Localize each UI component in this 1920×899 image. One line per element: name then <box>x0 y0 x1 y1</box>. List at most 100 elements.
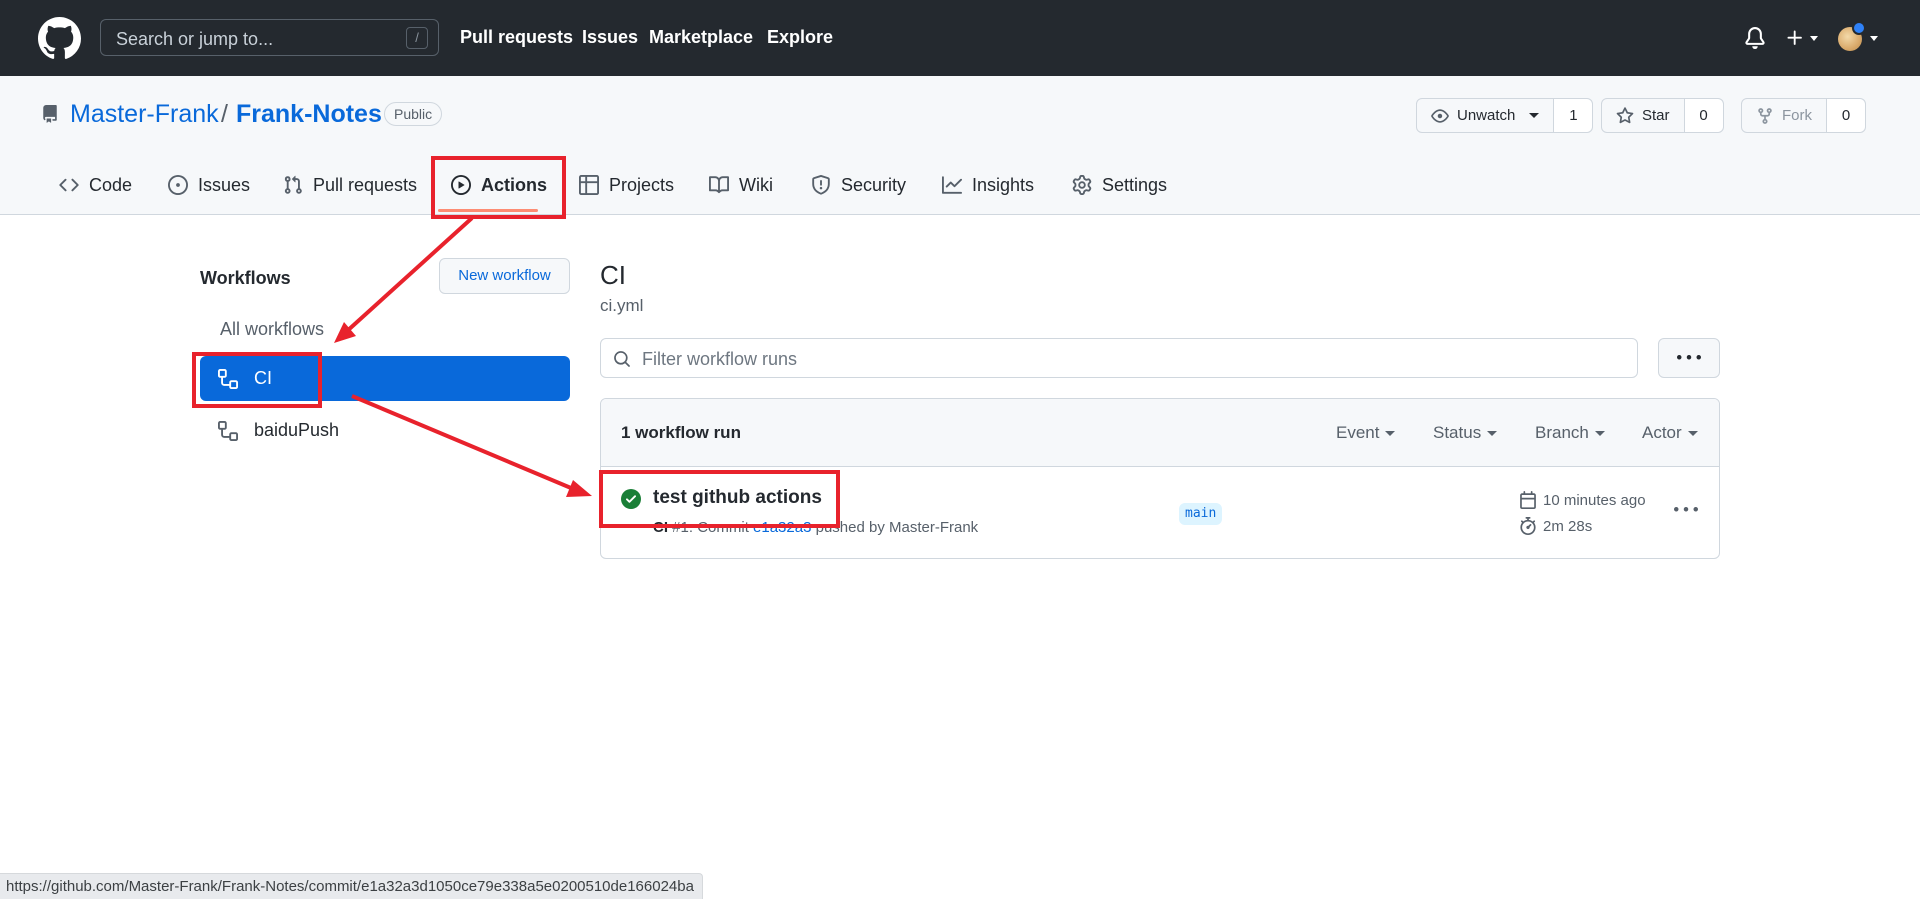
chevron-down-icon <box>1687 431 1698 437</box>
tab-code[interactable]: Code <box>59 170 132 200</box>
star-count[interactable]: 0 <box>1684 99 1723 132</box>
actor-filter-dropdown[interactable]: Actor <box>1642 423 1698 443</box>
tab-pull-requests[interactable]: Pull requests <box>283 170 417 200</box>
graph-icon <box>942 176 962 194</box>
chevron-down-icon <box>1385 431 1396 437</box>
notification-dot-icon <box>1852 21 1866 35</box>
fork-count[interactable]: 0 <box>1827 99 1865 132</box>
create-new-button[interactable] <box>1785 25 1823 51</box>
stopwatch-icon <box>1520 517 1536 535</box>
filter-workflow-runs-input[interactable]: Filter workflow runs <box>600 338 1638 378</box>
workflow-file-link[interactable]: ci.yml <box>600 296 643 316</box>
annotation-box-actions-tab <box>431 156 566 219</box>
search-shortcut-key: / <box>406 27 428 49</box>
chevron-down-icon <box>1487 431 1498 437</box>
repo-name-link[interactable]: Frank-Notes <box>236 100 382 129</box>
runs-list-header: 1 workflow run Event Status Branch Actor <box>601 399 1719 467</box>
chevron-down-icon <box>1529 113 1540 118</box>
kebab-horizontal-icon <box>1677 355 1701 360</box>
repo-forked-icon <box>1758 107 1772 124</box>
new-workflow-button[interactable]: New workflow <box>439 258 570 294</box>
tab-code-label: Code <box>89 174 133 195</box>
repo-icon <box>43 105 57 123</box>
tab-projects[interactable]: Projects <box>579 170 674 200</box>
user-menu-button[interactable] <box>1838 21 1884 55</box>
nav-marketplace[interactable]: Marketplace <box>649 27 753 48</box>
run-duration-label: 2m 28s <box>1543 517 1593 535</box>
branch-filter-dropdown[interactable]: Branch <box>1535 423 1605 443</box>
eye-icon <box>1431 108 1449 123</box>
tab-insights-label: Insights <box>972 174 1035 195</box>
gear-icon <box>1072 175 1092 195</box>
tab-wiki[interactable]: Wiki <box>709 170 773 200</box>
workflow-item-label: baiduPush <box>254 420 340 440</box>
annotation-arrowhead <box>334 322 356 343</box>
tab-pull-requests-label: Pull requests <box>313 174 418 195</box>
calendar-icon <box>1520 491 1536 509</box>
workflows-heading: Workflows <box>200 268 291 288</box>
status-filter-dropdown[interactable]: Status <box>1433 423 1498 443</box>
workflow-title: CI <box>600 260 626 290</box>
star-button[interactable]: Star <box>1602 99 1685 132</box>
shield-icon <box>812 175 830 195</box>
code-icon <box>59 178 79 192</box>
plus-icon <box>1787 30 1802 45</box>
fork-button[interactable]: Fork <box>1742 99 1827 132</box>
workflow-icon <box>218 420 238 441</box>
issue-opened-icon <box>168 175 188 195</box>
event-filter-dropdown[interactable]: Event <box>1336 423 1396 443</box>
fork-button-group: Fork 0 <box>1741 98 1866 133</box>
branch-filter-label: Branch <box>1535 423 1589 442</box>
search-input[interactable]: Search or jump to... / <box>100 19 439 56</box>
status-filter-label: Status <box>1433 423 1482 442</box>
visibility-badge: Public <box>384 102 443 126</box>
nav-issues[interactable]: Issues <box>582 27 638 48</box>
annotation-box-ci-workflow <box>192 352 322 408</box>
repo-owner-link[interactable]: Master-Frank <box>70 100 219 129</box>
tab-insights[interactable]: Insights <box>942 170 1034 200</box>
watch-count[interactable]: 1 <box>1554 99 1593 132</box>
nav-explore[interactable]: Explore <box>767 27 833 48</box>
search-icon <box>614 351 630 367</box>
event-filter-label: Event <box>1336 423 1380 442</box>
tab-settings[interactable]: Settings <box>1072 170 1167 200</box>
run-time-ago: 10 minutes ago <box>1519 491 1646 509</box>
run-time-ago-label: 10 minutes ago <box>1543 491 1646 509</box>
tab-settings-label: Settings <box>1102 174 1168 195</box>
star-button-group: Star 0 <box>1601 98 1724 133</box>
run-duration: 2m 28s <box>1519 517 1592 535</box>
kebab-horizontal-icon <box>1674 507 1698 512</box>
run-options-button[interactable] <box>1671 495 1701 525</box>
unwatch-label: Unwatch <box>1457 107 1516 124</box>
nav-pull-requests[interactable]: Pull requests <box>460 27 573 48</box>
tab-projects-label: Projects <box>609 174 675 195</box>
global-header: Search or jump to... / Pull requests Iss… <box>0 0 1920 76</box>
tab-security-label: Security <box>841 174 907 195</box>
annotation-box-workflow-run <box>599 470 840 528</box>
runs-count: 1 workflow run <box>621 423 741 442</box>
all-workflows-link[interactable]: All workflows <box>220 319 324 340</box>
github-logo-icon[interactable] <box>38 17 81 60</box>
browser-status-url: https://github.com/Master-Frank/Frank-No… <box>0 873 703 899</box>
chevron-down-icon <box>1870 36 1878 41</box>
actor-filter-label: Actor <box>1642 423 1682 442</box>
workflow-item-baidupush[interactable]: baiduPush <box>200 408 570 453</box>
chevron-down-icon <box>1594 431 1605 437</box>
unwatch-button[interactable]: Unwatch <box>1417 99 1555 132</box>
fork-label: Fork <box>1782 107 1812 124</box>
book-icon <box>709 176 729 194</box>
git-pull-request-icon <box>284 175 302 194</box>
chevron-down-icon <box>1810 36 1818 41</box>
star-label: Star <box>1642 107 1670 124</box>
tab-issues[interactable]: Issues <box>168 170 250 200</box>
branch-badge[interactable]: main <box>1179 503 1223 525</box>
search-placeholder: Search or jump to... <box>116 29 274 49</box>
star-icon <box>1616 106 1634 123</box>
table-icon <box>579 175 599 195</box>
tab-wiki-label: Wiki <box>739 174 773 195</box>
bell-icon[interactable] <box>1744 27 1766 49</box>
tab-security[interactable]: Security <box>811 170 906 200</box>
tab-issues-label: Issues <box>198 174 251 195</box>
annotation-arrowhead <box>566 480 592 497</box>
workflow-options-button[interactable] <box>1658 338 1720 378</box>
